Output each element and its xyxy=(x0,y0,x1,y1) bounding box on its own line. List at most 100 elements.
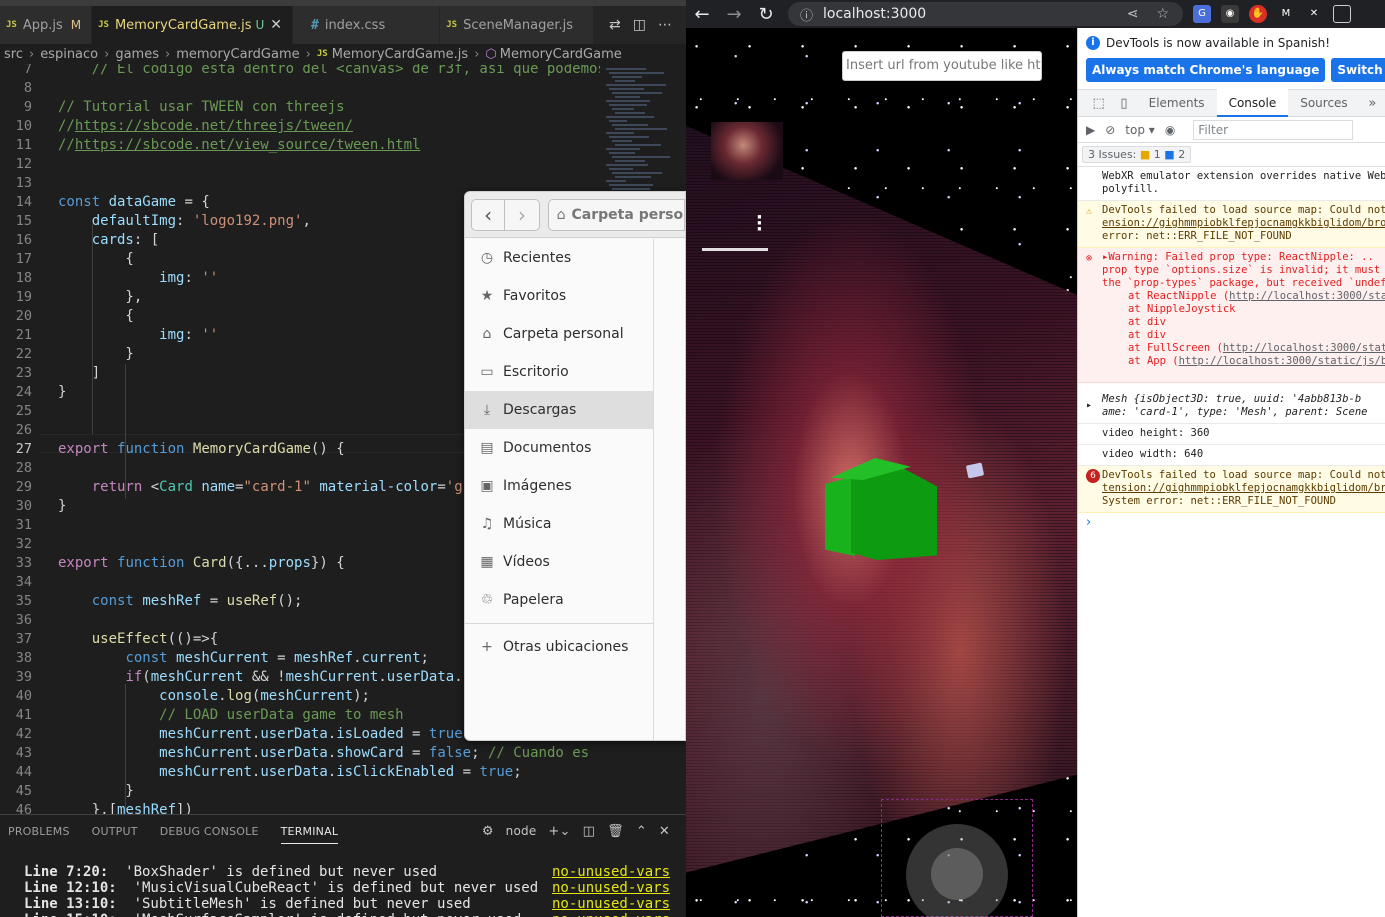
forward-button[interactable]: › xyxy=(505,198,540,231)
source-map-link[interactable]: ension://gighmmpiobklfepjocnamgkkbiglido… xyxy=(1102,217,1385,230)
source-map-link[interactable]: tension://gighmmpiobklfepjocnamgkkbiglid… xyxy=(1102,482,1385,495)
add-terminal-icon[interactable]: +⌄ xyxy=(548,824,570,839)
reload-icon[interactable]: ↻ xyxy=(750,4,782,25)
forward-arrow-icon[interactable]: → xyxy=(718,4,750,25)
code-line[interactable]: 9 // Tutorial usar TWEEN con threejs xyxy=(0,98,600,117)
code-line[interactable]: 46 },[meshRef]) xyxy=(0,801,600,814)
kebab-menu-icon[interactable]: · · · xyxy=(756,209,763,239)
code-line[interactable]: 12 xyxy=(0,155,600,174)
sidebar-toggle-icon[interactable]: ▶ xyxy=(1086,123,1095,137)
lint-rule-link[interactable]: no-unused-vars xyxy=(552,912,670,917)
place-other-locations[interactable]: + Otras ubicaciones xyxy=(465,628,653,666)
extension-icon[interactable]: ◉ xyxy=(1221,5,1239,23)
code-text: defaultImg: 'logo192.png', xyxy=(91,213,311,229)
tab-terminal[interactable]: TERMINAL xyxy=(280,825,339,844)
tab-console[interactable]: Console xyxy=(1216,89,1289,117)
breadcrumb-item[interactable]: MemoryCardGame xyxy=(500,47,622,62)
back-button[interactable]: ‹ xyxy=(471,198,506,231)
lint-rule-link[interactable]: no-unused-vars xyxy=(552,880,670,896)
chevron-up-icon[interactable]: ⌃ xyxy=(636,824,647,839)
more-tabs-icon[interactable]: » xyxy=(1360,96,1385,111)
stack-frame-link[interactable]: http://localhost:3000/static/js/bundle.j… xyxy=(1223,342,1385,354)
place-escritorio[interactable]: ▭ Escritorio xyxy=(465,353,653,391)
tab-scenemanager-js[interactable]: JS SceneManager.js xyxy=(440,6,595,44)
context-selector[interactable]: top ▾ xyxy=(1125,123,1155,137)
share-icon[interactable]: ⋖ xyxy=(1127,6,1149,22)
extension-icon[interactable]: ✋ xyxy=(1249,5,1267,23)
extension-icon[interactable]: ✕ xyxy=(1305,5,1323,23)
place-imágenes[interactable]: ▣ Imágenes xyxy=(465,467,653,505)
compare-icon[interactable]: ⇄ xyxy=(609,17,621,33)
back-arrow-icon[interactable]: ← xyxy=(686,4,718,25)
translate-extension-icon[interactable]: G xyxy=(1193,5,1211,23)
place-carpeta-personal[interactable]: ⌂ Carpeta personal xyxy=(465,315,653,353)
code-line[interactable]: 11 //https://sbcode.net/view_source/tween… xyxy=(0,136,600,155)
issues-button[interactable]: 3 Issues: ■ 1 ■ 2 xyxy=(1082,146,1192,163)
breadcrumb-item[interactable]: memoryCardGame xyxy=(176,47,299,62)
window-icon[interactable] xyxy=(1333,5,1351,23)
close-icon[interactable]: ✕ xyxy=(659,824,670,839)
code-line[interactable]: 8 xyxy=(0,79,600,98)
split-editor-icon[interactable]: ◫ xyxy=(633,17,646,33)
lint-rule-link[interactable]: no-unused-vars xyxy=(552,896,670,912)
threejs-canvas[interactable]: ··· Insert url from youtube like https:/… xyxy=(686,28,1077,917)
inspect-icon[interactable]: ⬚ xyxy=(1086,96,1111,111)
terminal-output[interactable]: Line 7:20: 'BoxShader' is defined but ne… xyxy=(0,864,686,917)
place-documentos[interactable]: ▤ Documentos xyxy=(465,429,653,467)
stack-frame-link[interactable]: http://localhost:3000/static/js/bundle.j… xyxy=(1179,355,1385,367)
info-icon[interactable]: ⓘ xyxy=(800,5,813,24)
video-progress-bar[interactable] xyxy=(702,248,768,251)
match-language-button[interactable]: Always match Chrome's language xyxy=(1086,58,1326,82)
expand-triangle-icon[interactable]: ▸ xyxy=(1086,399,1092,412)
youtube-url-input[interactable]: Insert url from youtube like https:// xyxy=(842,51,1042,81)
trash-icon[interactable]: 🗑 xyxy=(607,824,624,839)
tab-index-css[interactable]: # index.css xyxy=(293,6,441,44)
more-icon[interactable]: ⋯ xyxy=(658,17,672,33)
tab-sources[interactable]: Sources xyxy=(1288,89,1359,117)
split-terminal-icon[interactable]: ◫ xyxy=(583,824,595,839)
tab-debug-console[interactable]: DEBUG CONSOLE xyxy=(160,825,259,838)
clear-console-icon[interactable]: ⊘ xyxy=(1105,123,1115,137)
eye-icon[interactable]: ◉ xyxy=(1165,123,1175,137)
tab-memorycardgame-js[interactable]: JS MemoryCardGame.js U ✕ xyxy=(92,6,293,44)
code-line[interactable]: 43 meshCurrent.userData.showCard = false… xyxy=(0,744,600,763)
tab-output[interactable]: OUTPUT xyxy=(92,825,138,838)
place-vídeos[interactable]: ▦ Vídeos xyxy=(465,543,653,581)
console-prompt[interactable]: › xyxy=(1078,515,1385,530)
minimap-line xyxy=(615,112,645,114)
joystick-knob[interactable] xyxy=(931,848,983,900)
tab-elements[interactable]: Elements xyxy=(1137,89,1217,117)
lint-rule-link[interactable]: no-unused-vars xyxy=(552,864,670,880)
code-line[interactable]: 45 } xyxy=(0,782,600,801)
code-line[interactable]: 10 //https://sbcode.net/threejs/tween/ xyxy=(0,117,600,136)
place-favoritos[interactable]: ★ Favoritos xyxy=(465,277,653,315)
path-button-home[interactable]: ⌂ Carpeta personal xyxy=(547,198,685,231)
address-bar[interactable]: ⓘ localhost:3000 ⋖ ☆ xyxy=(788,2,1183,26)
place-recientes[interactable]: ◷ Recientes xyxy=(465,239,653,277)
breadcrumb-item[interactable]: src xyxy=(4,47,23,62)
place-música[interactable]: ♫ Música xyxy=(465,505,653,543)
code-line[interactable]: 7 // El codigo esta dentro del <canvas> … xyxy=(0,64,600,79)
tab-problems[interactable]: PROBLEMS xyxy=(8,825,70,838)
extension-icon[interactable]: M xyxy=(1277,5,1295,23)
terminal-shell-label[interactable]: node xyxy=(506,824,537,838)
green-card-mesh[interactable] xyxy=(825,458,937,560)
close-icon[interactable]: ✕ xyxy=(270,17,282,33)
place-papelera[interactable]: ♲ Papelera xyxy=(465,581,653,619)
place-descargas[interactable]: ⤓ Descargas xyxy=(465,391,653,429)
pane-divider[interactable] xyxy=(653,239,654,740)
tab-app-js[interactable]: JS App.js M xyxy=(0,6,93,44)
path-label: Carpeta personal xyxy=(571,206,684,223)
switch-spanish-button[interactable]: Switch DevTools to Spanish xyxy=(1331,58,1385,82)
breadcrumb-item[interactable]: MemoryCardGame.js xyxy=(332,47,469,62)
console-object-message[interactable]: ▸ Mesh {isObject3D: true, uuid: '4abb813b… xyxy=(1078,383,1385,424)
code-line[interactable]: 44 meshCurrent.userData.isClickEnabled =… xyxy=(0,763,600,782)
breadcrumb-item[interactable]: games xyxy=(115,47,159,62)
device-toolbar-icon[interactable]: ▯ xyxy=(1111,96,1136,111)
video-thumbnail[interactable] xyxy=(711,122,783,180)
code-text: const dataGame = { xyxy=(58,194,210,210)
breadcrumb-item[interactable]: espinaco xyxy=(40,47,98,62)
filter-input[interactable]: Filter xyxy=(1193,119,1354,140)
stack-frame-link[interactable]: http://localhost:3000/static/js/bundle.j… xyxy=(1229,290,1385,302)
bookmark-star-icon[interactable]: ☆ xyxy=(1156,6,1183,22)
